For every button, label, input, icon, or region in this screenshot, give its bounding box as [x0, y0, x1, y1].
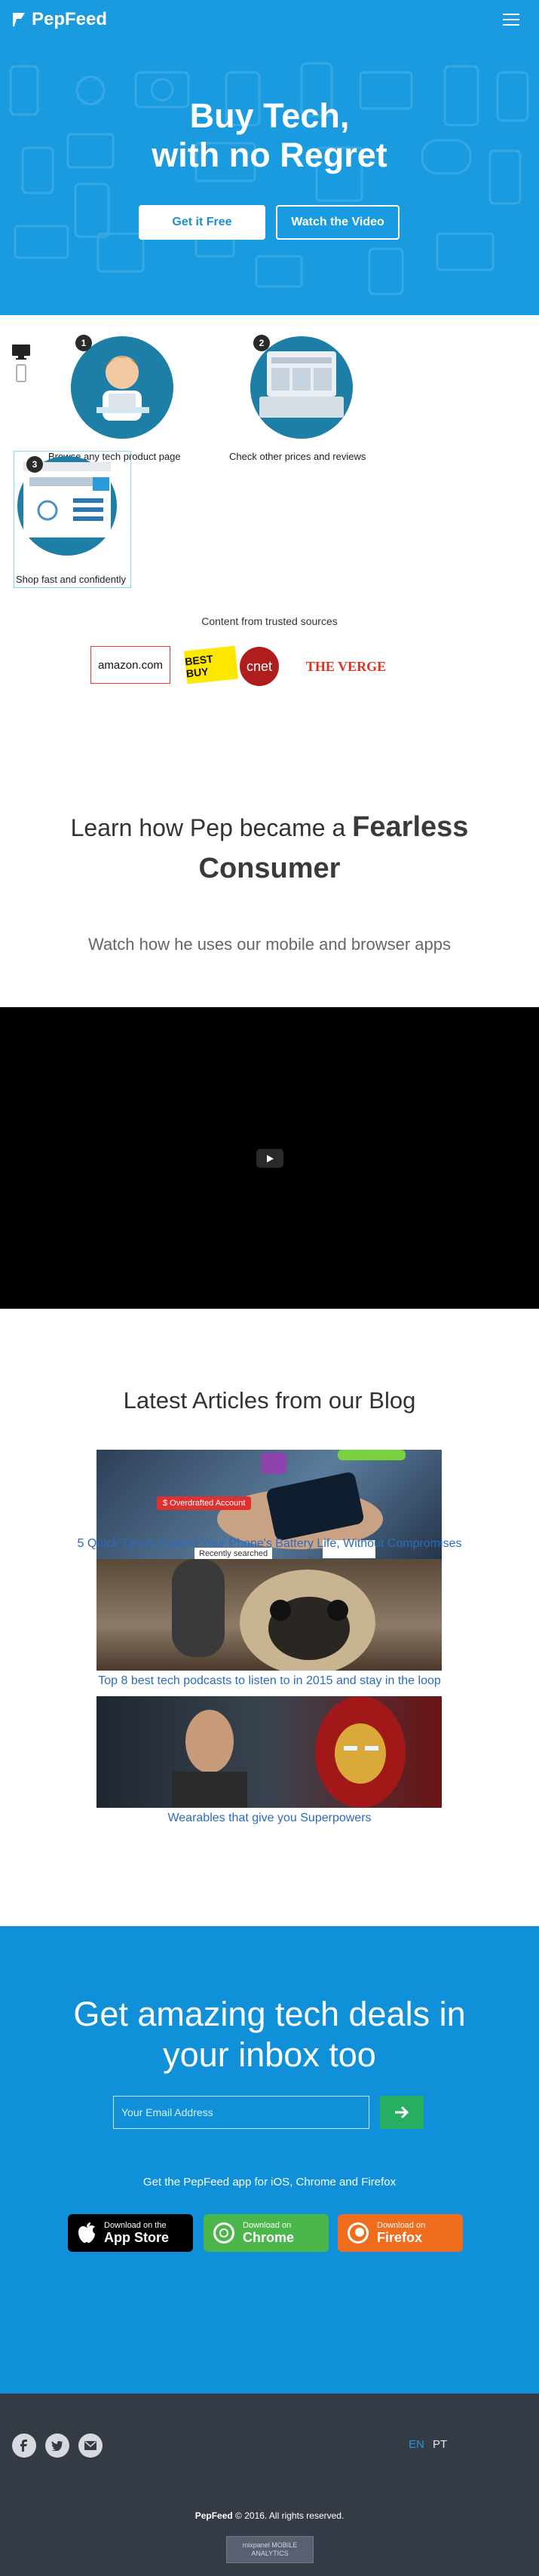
hero-title-line-2: with no Regret: [152, 136, 387, 174]
cnet-logo-text: cnet: [246, 658, 273, 674]
cnet-logo: cnet: [240, 647, 279, 686]
apple-icon: [78, 2222, 95, 2243]
get-it-free-button[interactable]: Get it Free: [139, 205, 265, 240]
desktop-monitor-icon[interactable]: [11, 344, 32, 383]
language-pt[interactable]: PT: [433, 2438, 447, 2451]
chrome-store-button[interactable]: Download on Chrome: [204, 2214, 329, 2252]
best-buy-logo: BEST BUY: [183, 645, 239, 685]
apps-availability-text: Get the PepFeed app for iOS, Chrome and …: [142, 2176, 397, 2189]
facebook-icon[interactable]: [12, 2434, 36, 2458]
article-2-link[interactable]: Top 8 best tech podcasts to listen to in…: [0, 1674, 539, 1688]
store-small-label: Download on the: [104, 2221, 167, 2230]
article-3-image[interactable]: [96, 1696, 442, 1808]
video-subtitle: Watch how he uses our mobile and browser…: [88, 935, 451, 954]
copyright-notice: © 2016. All rights reserved.: [235, 2510, 345, 2521]
article-1-link[interactable]: 5 Quick Tips to Extend Your Phone's Batt…: [0, 1537, 539, 1551]
store-big-label: Chrome: [243, 2230, 295, 2245]
step-3-card[interactable]: 3 Shop fast and confidently: [14, 451, 131, 588]
email-icon[interactable]: [78, 2434, 103, 2458]
fearless-consumer-heading: Learn how Pep became a Fearless Consumer: [0, 807, 539, 890]
hero-section: PepFeed Buy Tech, with no Regret Get it …: [0, 0, 539, 315]
play-icon: [267, 1154, 274, 1162]
top-navigation-bar: PepFeed: [0, 0, 539, 42]
play-button[interactable]: [256, 1149, 283, 1168]
step-1-illustration: 1: [69, 335, 175, 444]
newsletter-title: Get amazing tech deals in your inbox too: [0, 1994, 539, 2075]
the-verge-logo: THE VERGE: [305, 653, 387, 680]
copyright-text: PepFeed © 2016. All rights reserved.: [0, 2510, 539, 2521]
hero-title-line-1: Buy Tech,: [189, 96, 350, 135]
brand-logo[interactable]: PepFeed: [11, 9, 107, 30]
store-big-label: Firefox: [377, 2230, 423, 2245]
step-2-caption: Check other prices and reviews: [229, 451, 366, 462]
best-buy-logo-text: BEST BUY: [184, 652, 214, 680]
brand-name: PepFeed: [32, 9, 108, 29]
store-big-label: App Store: [104, 2230, 170, 2245]
blog-section-title: Latest Articles from our Blog: [123, 1387, 416, 1414]
step-number-badge: 2: [253, 335, 270, 351]
heading-prefix: Learn how Pep became a: [70, 814, 346, 841]
store-small-label: Download on: [377, 2221, 426, 2230]
language-en[interactable]: EN: [409, 2438, 424, 2451]
subscribe-submit-button[interactable]: [380, 2096, 424, 2129]
pepfeed-logo-icon: [13, 13, 25, 26]
iron-man-photo: [172, 1696, 406, 1808]
the-verge-logo-text: THE VERGE: [305, 658, 387, 674]
watch-the-video-button[interactable]: Watch the Video: [276, 205, 400, 240]
step-3-caption: Shop fast and confidently: [16, 574, 126, 585]
pug-microphone-photo: [172, 1559, 375, 1671]
footer-brand: PepFeed: [194, 2510, 233, 2521]
step-number-badge: 1: [75, 335, 92, 351]
email-field[interactable]: [113, 2096, 369, 2129]
trusted-sources-title: Content from trusted sources: [201, 615, 338, 627]
article-2-image[interactable]: [96, 1559, 442, 1671]
mixpanel-badge[interactable]: mixpanel MOBILE ANALYTICS: [226, 2536, 314, 2563]
step-number-badge: 3: [26, 456, 43, 473]
firefox-icon: [348, 2222, 369, 2244]
amazon-logo-text: amazon.com: [98, 658, 163, 672]
device-toggle: [11, 344, 32, 387]
chrome-icon: [213, 2222, 234, 2244]
amazon-logo: amazon.com: [90, 646, 170, 684]
hamburger-menu-icon[interactable]: [503, 14, 519, 26]
firefox-store-button[interactable]: Download on Firefox: [338, 2214, 463, 2252]
step-2-illustration: 2: [249, 335, 354, 444]
overdraft-tag: $ Overdrafted Account: [157, 1496, 252, 1510]
hero-title: Buy Tech, with no Regret: [0, 96, 539, 175]
newsletter-title-line-2: your inbox too: [163, 2035, 376, 2074]
store-small-label: Download on: [243, 2221, 292, 2230]
arrow-right-icon: [395, 2106, 409, 2119]
twitter-icon[interactable]: [45, 2434, 69, 2458]
app-store-button[interactable]: Download on the App Store: [68, 2214, 193, 2252]
newsletter-title-line-1: Get amazing tech deals in: [73, 1995, 466, 2033]
article-3-link[interactable]: Wearables that give you Superpowers: [0, 1812, 539, 1825]
